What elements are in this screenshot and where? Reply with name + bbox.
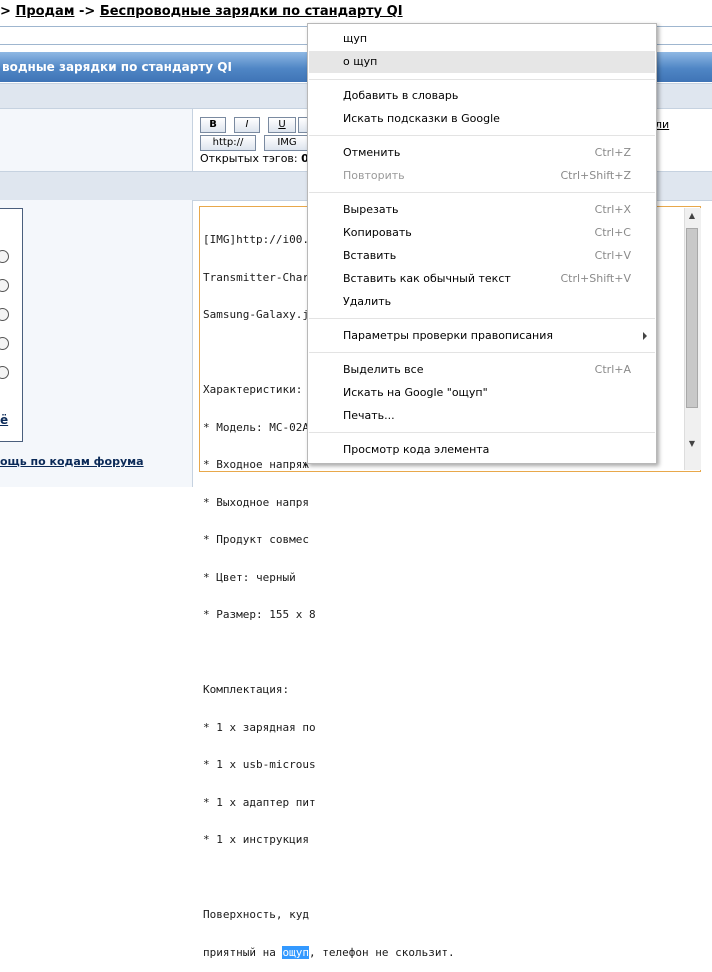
breadcrumb: > Продам -> Беспроводные зарядки по стан… [0, 4, 403, 19]
scroll-up-icon[interactable]: ▲ [684, 208, 700, 224]
underline-button[interactable]: U [268, 117, 296, 133]
spelling-suggestion-item[interactable]: о щуп [309, 51, 655, 73]
undo-item[interactable]: Отменить Ctrl+Z [309, 142, 655, 164]
label-cell [0, 109, 192, 171]
inspect-element-item[interactable]: Просмотр кода элемента [309, 439, 655, 461]
text-line: * 1 x usb-microus [203, 758, 316, 771]
context-menu: щуп о щуп Добавить в словарь Искать подс… [307, 23, 657, 464]
scroll-down-icon[interactable]: ▼ [684, 436, 700, 452]
spellcheck-options-item[interactable]: Параметры проверки правописания [309, 325, 655, 347]
breadcrumb-topic-link[interactable]: Беспроводные зарядки по стандарту QI [100, 4, 403, 19]
italic-button[interactable]: I [234, 117, 260, 133]
emoticon-cell [0, 200, 192, 487]
http-button[interactable]: http:// [200, 135, 256, 151]
open-tags-status: Открытых тэгов: 0 [200, 152, 309, 165]
copy-item[interactable]: Копировать Ctrl+C [309, 222, 655, 244]
text-line: * 1 x зарядная по [203, 720, 316, 734]
search-hints-item[interactable]: Искать подсказки в Google [309, 108, 655, 130]
text-line: * Продукт совмес [203, 533, 309, 546]
print-item[interactable]: Печать... [309, 405, 655, 427]
search-google-item[interactable]: Искать на Google "ощуп" [309, 382, 655, 404]
redo-item: Повторить Ctrl+Shift+Z [343, 169, 631, 182]
breadcrumb-prefix: > [0, 4, 11, 19]
add-to-dictionary-item[interactable]: Добавить в словарь [309, 85, 655, 107]
text-line: Комплектация: [203, 683, 290, 696]
column-divider [192, 109, 193, 487]
scrollbar-thumb[interactable] [686, 228, 698, 408]
text-line [203, 872, 455, 885]
menu-separator [309, 432, 655, 433]
paste-item[interactable]: Вставить Ctrl+V [309, 245, 655, 267]
cut-item[interactable]: Вырезать Ctrl+X [309, 199, 655, 221]
menu-separator [309, 192, 655, 193]
bbcode-help-link[interactable]: ощь по кодам форума [0, 455, 144, 468]
selected-word: ощуп [282, 945, 309, 959]
text-line [203, 647, 455, 660]
breadcrumb-section-link[interactable]: Продам [15, 4, 74, 19]
text-line-last: приятный на ощуп, телефон не скользит. [203, 945, 455, 960]
text-line: * Цвет: черный [203, 570, 296, 584]
text-after-selection: , телефон не скользит. [308, 945, 455, 959]
select-all-item[interactable]: Выделить все Ctrl+A [309, 359, 655, 381]
emoticon-panel [0, 208, 23, 442]
menu-separator [309, 318, 655, 319]
img-button[interactable]: IMG [264, 135, 310, 151]
toolbar-link[interactable]: ли [655, 118, 669, 131]
text-line: * 1 x инструкция [203, 833, 309, 846]
text-line: * Размер: 155 x 8 [203, 608, 316, 621]
text-line: * Выходное напря [203, 495, 309, 509]
more-emoticons-link[interactable]: ё [0, 413, 8, 427]
text-before-selection: приятный на [203, 945, 283, 959]
paste-plain-text-item[interactable]: Вставить как обычный текст Ctrl+Shift+V [309, 268, 655, 290]
text-line: * 1 x адаптер пит [203, 795, 316, 809]
menu-separator [309, 352, 655, 353]
menu-separator [309, 79, 655, 80]
menu-separator [309, 135, 655, 136]
breadcrumb-arrow: -> [78, 4, 96, 19]
text-line: Поверхность, куд [203, 908, 309, 921]
spelling-suggestion-item[interactable]: щуп [309, 28, 655, 50]
topic-title: водные зарядки по стандарту QI [2, 60, 232, 74]
open-tags-label: Открытых тэгов: [200, 152, 298, 165]
bold-button[interactable]: B [200, 117, 226, 133]
submenu-arrow-icon [643, 332, 647, 340]
delete-item[interactable]: Удалить [309, 291, 655, 313]
